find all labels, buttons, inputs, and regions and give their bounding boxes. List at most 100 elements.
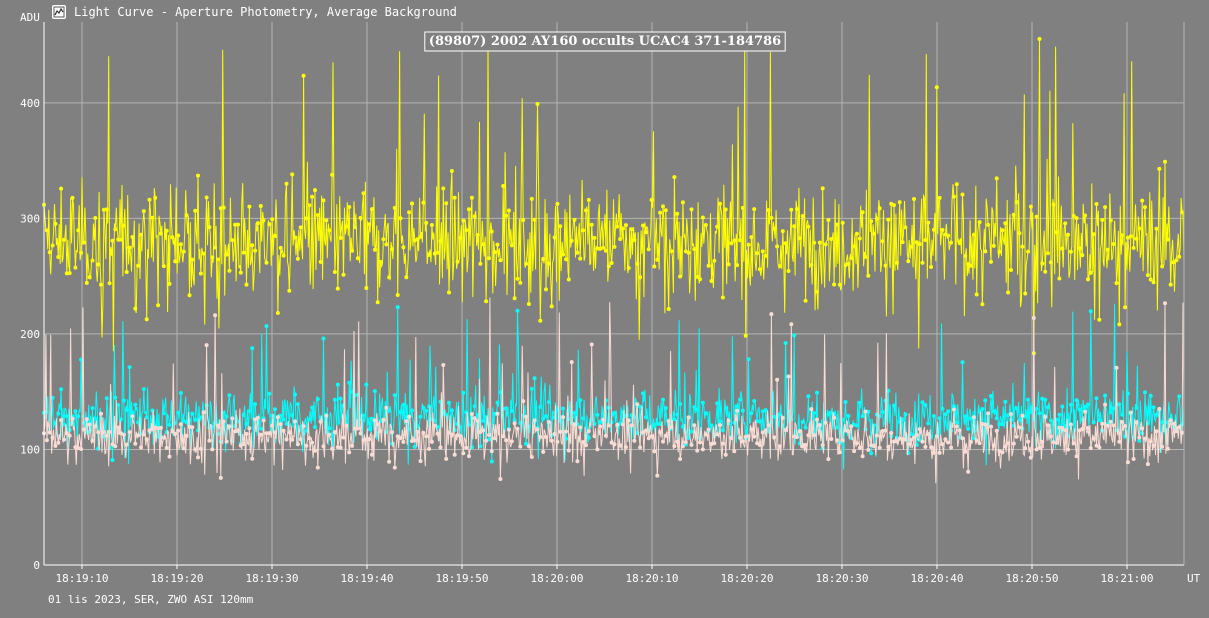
- data-point: [241, 250, 246, 255]
- data-point: [564, 429, 568, 434]
- data-point: [44, 438, 49, 443]
- data-point: [1160, 444, 1165, 449]
- x-tick-label: 18:21:00: [1101, 572, 1154, 585]
- data-point: [161, 264, 166, 269]
- data-point: [612, 410, 617, 415]
- data-point: [59, 418, 64, 423]
- data-point: [1006, 290, 1011, 295]
- data-point: [857, 445, 862, 450]
- data-point: [210, 447, 215, 452]
- data-point: [769, 312, 774, 317]
- data-point: [127, 245, 132, 250]
- data-point: [501, 184, 506, 188]
- data-point: [712, 258, 717, 263]
- data-point: [783, 341, 788, 346]
- data-point: [561, 406, 566, 411]
- data-point: [1145, 273, 1150, 278]
- data-point: [606, 264, 611, 269]
- data-point: [703, 411, 708, 416]
- data-point: [732, 238, 737, 243]
- data-point: [1086, 402, 1090, 407]
- data-point: [504, 438, 509, 443]
- data-point: [780, 229, 785, 234]
- data-point: [943, 437, 948, 442]
- data-point: [823, 420, 828, 425]
- data-point: [164, 445, 169, 450]
- data-point: [1000, 422, 1005, 427]
- footer-info: 01 lis 2023, SER, ZWO ASI 120mm: [48, 593, 254, 606]
- data-point: [1009, 412, 1013, 417]
- data-point: [1074, 398, 1079, 403]
- data-point: [601, 245, 606, 250]
- data-point: [638, 445, 643, 450]
- data-point: [997, 249, 1002, 254]
- data-point: [578, 398, 583, 403]
- data-point: [1143, 390, 1147, 395]
- data-point: [509, 439, 514, 444]
- data-point: [1151, 280, 1156, 285]
- data-point: [929, 265, 934, 269]
- data-point: [658, 210, 663, 215]
- data-point: [715, 224, 720, 229]
- data-point: [538, 405, 543, 409]
- data-point: [738, 435, 742, 440]
- data-point: [264, 324, 269, 329]
- data-point: [529, 455, 534, 459]
- data-point: [193, 447, 198, 452]
- data-point: [313, 425, 317, 430]
- data-point: [176, 410, 181, 415]
- data-point: [110, 238, 115, 243]
- data-point: [50, 435, 55, 440]
- data-point: [230, 238, 235, 243]
- data-point: [643, 428, 648, 433]
- data-point: [957, 241, 962, 246]
- data-point: [686, 250, 691, 255]
- data-point: [621, 422, 625, 427]
- data-point: [469, 412, 474, 417]
- data-point: [1151, 405, 1156, 410]
- data-point: [350, 248, 355, 253]
- data-point: [544, 414, 548, 419]
- data-point: [769, 419, 774, 424]
- data-point: [372, 247, 377, 252]
- data-point: [900, 240, 905, 245]
- data-point: [740, 439, 745, 444]
- data-point: [832, 415, 837, 420]
- x-tick-label: 18:20:10: [626, 572, 679, 585]
- data-point: [675, 439, 680, 444]
- data-point: [478, 261, 483, 266]
- data-point: [837, 282, 842, 287]
- data-point: [81, 240, 86, 245]
- data-point: [1103, 393, 1108, 398]
- data-point: [464, 445, 469, 450]
- data-point: [127, 430, 132, 435]
- light-curve-chart: 0 100 200 300 400 18:19:10 18:19:20 18:19:30 18:…: [20, 11, 1201, 585]
- data-point: [772, 226, 777, 231]
- data-point: [410, 408, 414, 413]
- data-point: [196, 455, 200, 460]
- data-point: [544, 287, 548, 292]
- data-point: [809, 263, 814, 267]
- data-point: [544, 435, 548, 439]
- data-point: [951, 407, 956, 412]
- data-point: [1114, 281, 1119, 286]
- data-point: [178, 242, 183, 247]
- data-point: [378, 259, 383, 264]
- data-point: [81, 427, 86, 432]
- data-point: [595, 447, 600, 452]
- data-point: [244, 422, 249, 426]
- data-point: [244, 282, 249, 287]
- data-point: [290, 437, 295, 442]
- data-point: [441, 186, 446, 191]
- data-point: [960, 436, 965, 441]
- data-point: [643, 415, 648, 420]
- data-point: [538, 435, 543, 439]
- data-point: [79, 250, 84, 255]
- data-point: [221, 205, 226, 210]
- data-point: [937, 416, 942, 421]
- data-point: [809, 407, 814, 412]
- data-point: [735, 408, 740, 413]
- data-point: [749, 235, 754, 240]
- data-point: [926, 220, 931, 225]
- data-point: [889, 431, 894, 435]
